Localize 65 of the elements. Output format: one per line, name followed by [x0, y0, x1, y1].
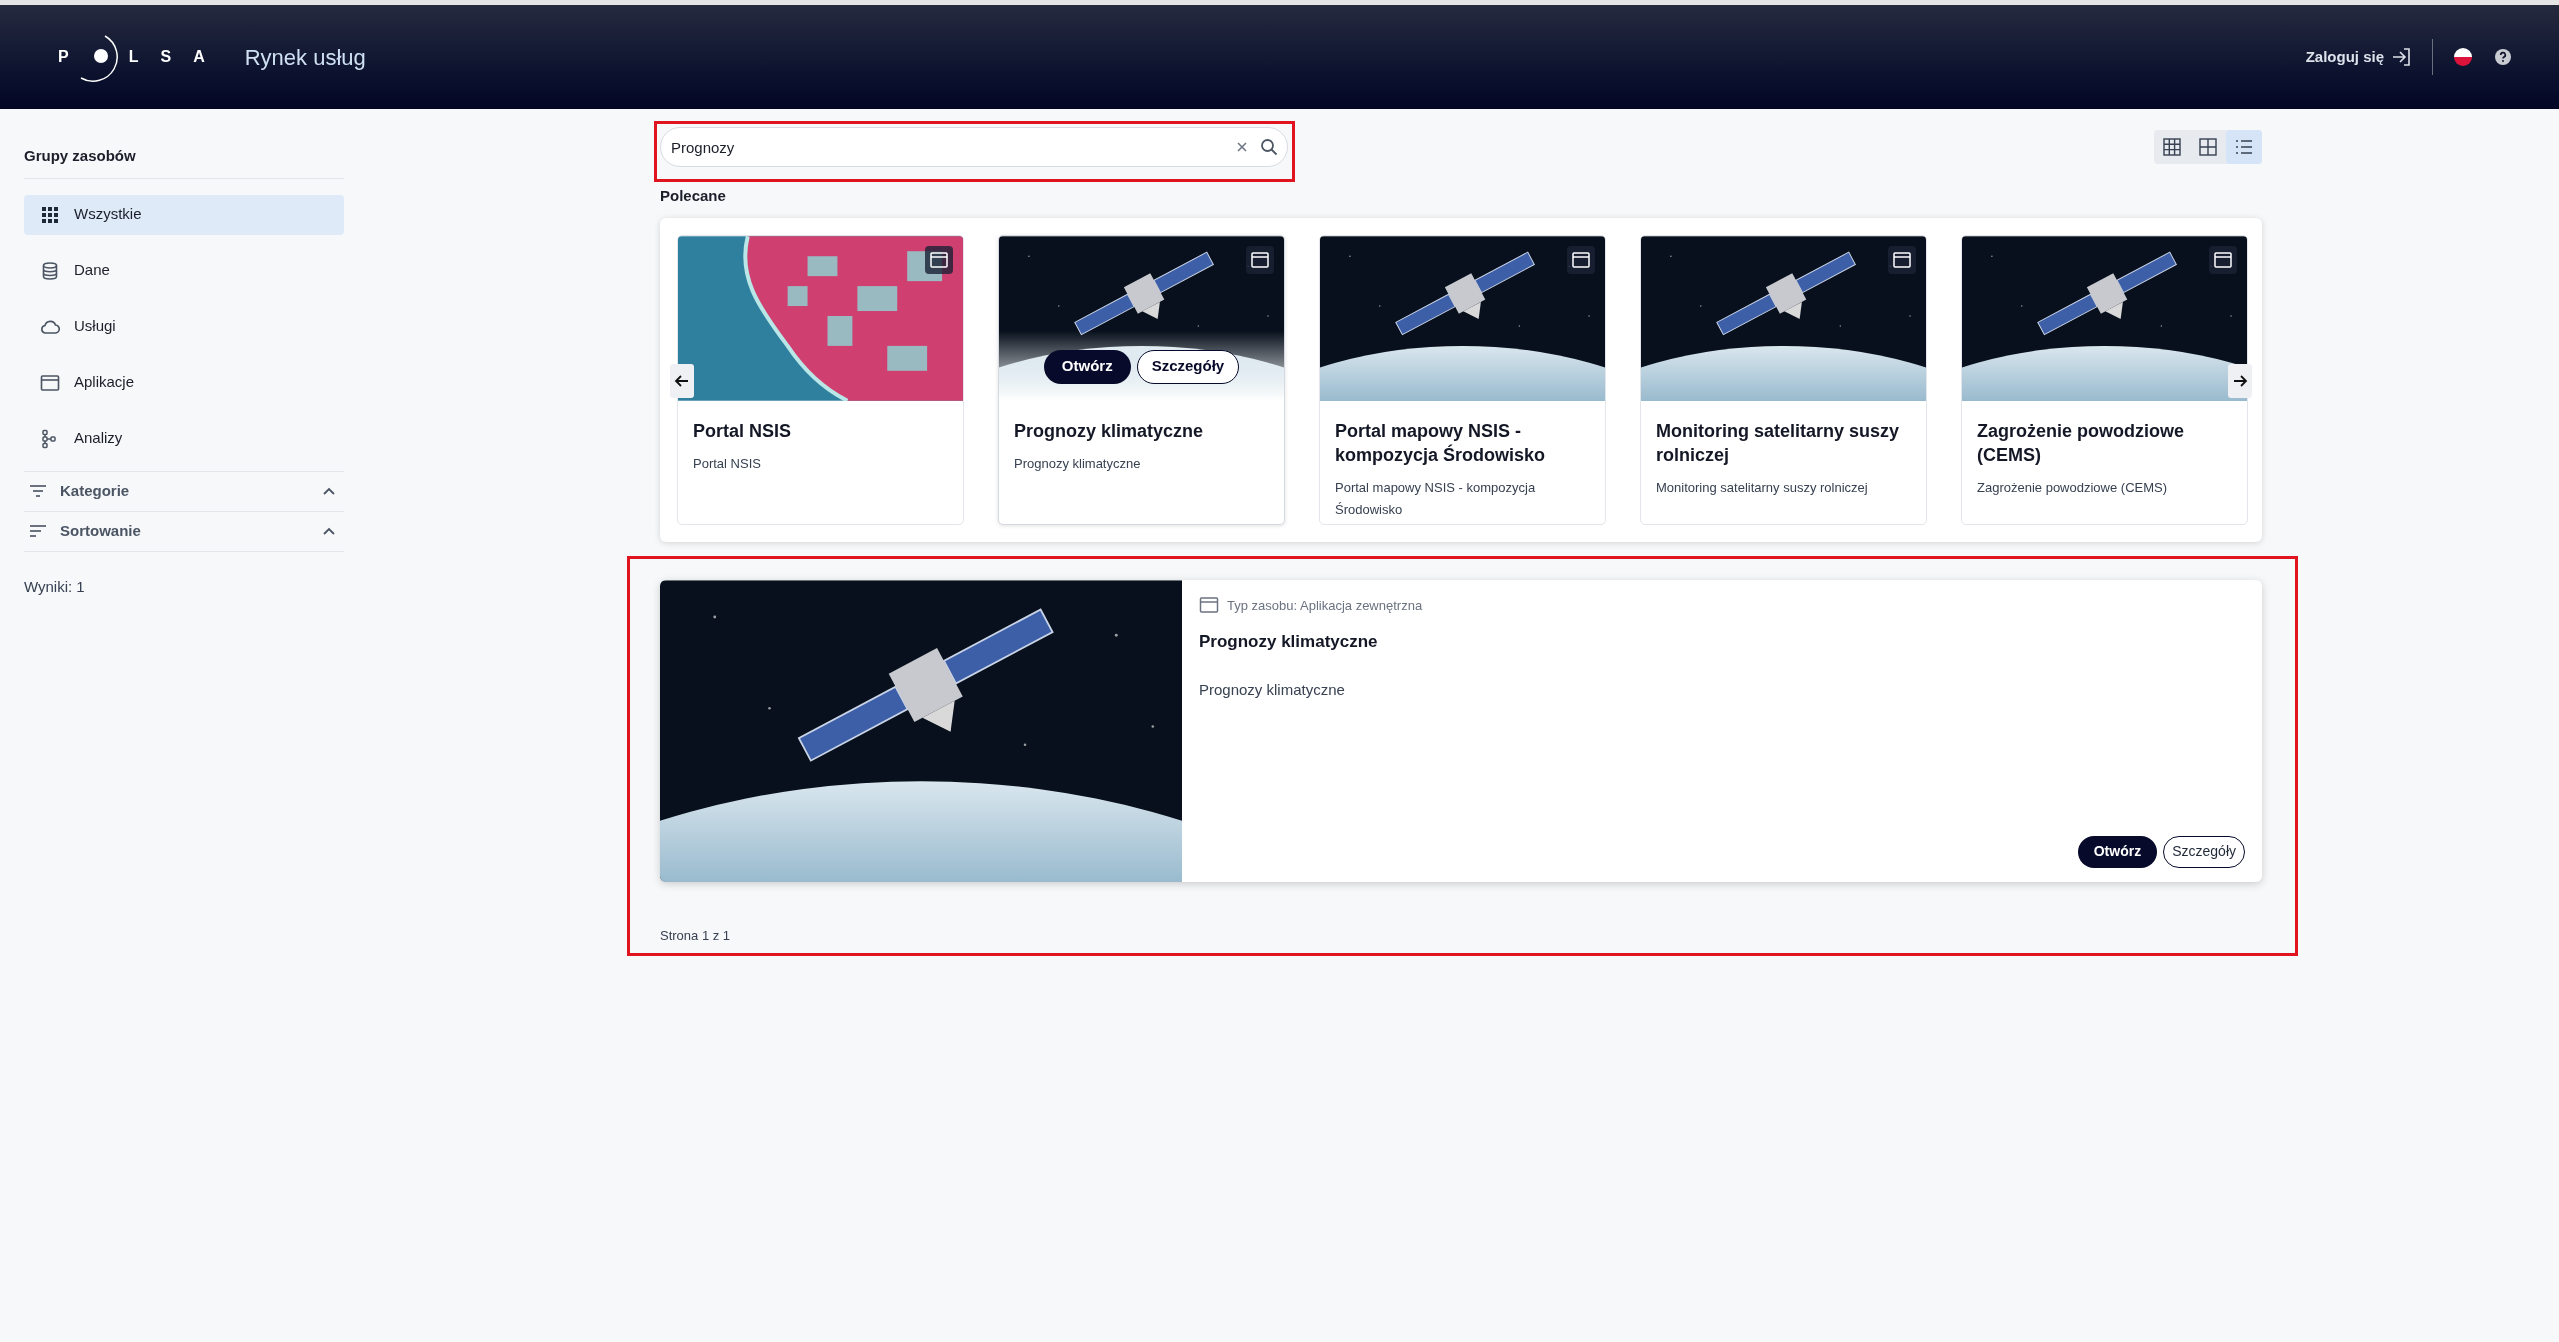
card-description: Zagrożenie powodziowe (CEMS) [1977, 478, 2169, 497]
resource-card[interactable]: Portal mapowy NSIS - kompozycja Środowisko Portal mapowy NSIS - kompozycja Środowisko [1319, 234, 1606, 525]
sidebar-item[interactable]: Usługi [24, 306, 344, 347]
login-button[interactable]: Zaloguj się [2305, 45, 2412, 69]
card-description: Portal NSIS [693, 454, 762, 473]
card-description: Prognozy klimatyczne [1014, 454, 1142, 473]
window-icon [1892, 250, 1912, 269]
card-title: Portal NSIS [693, 419, 793, 443]
chevron-up-icon [322, 486, 336, 496]
table-grid-icon [2162, 137, 2182, 157]
card-description: Portal mapowy NSIS - kompozycja Środowisko [1335, 478, 1537, 519]
filter-toggle[interactable]: Sortowanie [24, 511, 344, 552]
app-title: Rynek usług [244, 43, 366, 72]
details-button[interactable]: Szczegóły [2163, 835, 2245, 868]
poland-flag-icon[interactable] [2453, 47, 2473, 67]
window-icon [40, 372, 60, 393]
card-title: Monitoring satelitarny suszy rolniczej [1656, 419, 1901, 467]
logo-letter: A [193, 47, 205, 67]
help-icon[interactable] [2495, 49, 2511, 65]
resource-card[interactable]: Otwórz Szczegóły Prognozy klimatyczne Prognozy klimatyczne [998, 234, 1285, 525]
sort-lines-icon [28, 522, 48, 540]
logo-letter: S [160, 47, 172, 67]
close-icon[interactable] [1236, 141, 1248, 153]
logo-letter: P [58, 47, 69, 67]
resource-type: Typ zasobu: Aplikacja zewnętrzna [1227, 596, 1423, 615]
result-description: Prognozy klimatyczne [1199, 679, 1346, 700]
card-title: Prognozy klimatyczne [1014, 419, 1205, 443]
window-icon [1571, 250, 1591, 269]
card-title: Portal mapowy NSIS - kompozycja Środowisko [1335, 419, 1547, 467]
arrow-right-icon [2232, 372, 2248, 389]
chevron-up-icon [322, 526, 336, 536]
card-description: Monitoring satelitarny suszy rolniczej [1656, 478, 1869, 497]
window-icon [1199, 596, 1219, 615]
window-icon [1250, 250, 1270, 269]
sidebar-item[interactable]: Wszystkie [24, 194, 344, 235]
pagination-text: Strona 1 z 1 [660, 926, 732, 945]
resource-card[interactable]: Monitoring satelitarny suszy rolniczej Monitoring satelitarny suszy rolniczej [1640, 234, 1927, 525]
resource-card[interactable]: Portal NSIS Portal NSIS [677, 234, 964, 525]
card-title: Zagrożenie powodziowe (CEMS) [1977, 419, 2185, 467]
sidebar-item[interactable]: Analizy [24, 418, 344, 459]
section-heading: Grupy zasobów [24, 145, 344, 179]
arrow-left-icon [674, 372, 690, 389]
database-icon [40, 260, 60, 281]
results-count: Wyniki: 1 [24, 576, 86, 597]
open-button[interactable]: Otwórz [2077, 835, 2158, 868]
filter-toggle[interactable]: Kategorie [24, 471, 344, 512]
section-heading: Polecane [660, 186, 727, 206]
filter-icon [28, 482, 48, 500]
search-icon[interactable] [1260, 138, 1278, 156]
list-icon [2234, 137, 2254, 157]
result-title: Prognozy klimatyczne [1199, 631, 1379, 653]
previous-button[interactable] [670, 363, 694, 398]
list-view-button[interactable] [2226, 130, 2262, 164]
search-field[interactable]: Prognozy [660, 127, 1288, 167]
sidebar-item[interactable]: Dane [24, 250, 344, 291]
login-arrow-icon [2392, 47, 2412, 67]
sidebar-item[interactable]: Aplikacje [24, 362, 344, 403]
resource-card[interactable]: Zagrożenie powodziowe (CEMS) Zagrożenie powodziowe (CEMS) [1961, 234, 2248, 525]
next-button[interactable] [2228, 363, 2252, 398]
four-squares-icon [2198, 137, 2218, 157]
logo-letter: L [128, 47, 139, 67]
grid-icon [40, 204, 60, 225]
window-icon [2213, 250, 2233, 269]
window-icon [929, 250, 949, 269]
logo-orbit-icon [78, 32, 119, 82]
